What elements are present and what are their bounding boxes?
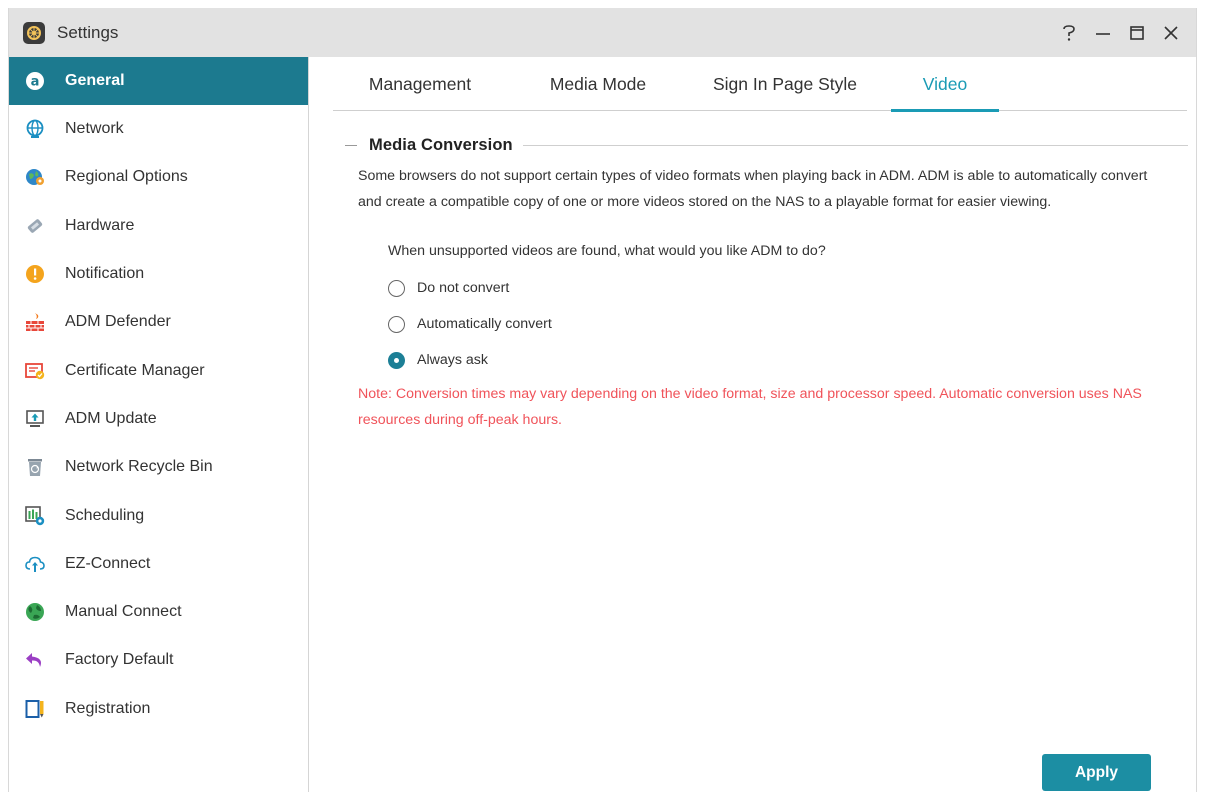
section-description: Some browsers do not support certain typ… (358, 168, 1148, 210)
sidebar-item-label: Network (65, 120, 124, 138)
sidebar-item-label: ADM Defender (65, 313, 171, 331)
globe-icon (25, 119, 45, 139)
apply-button[interactable]: Apply (1042, 754, 1151, 791)
sidebar: a General Network Regional Options Hardw… (9, 57, 309, 792)
sidebar-item-scheduling[interactable]: Scheduling (9, 491, 308, 539)
sidebar-item-label: Registration (65, 699, 151, 717)
general-icon: a (25, 71, 45, 91)
sidebar-item-factory-default[interactable]: Factory Default (9, 636, 308, 684)
window-controls (1052, 8, 1188, 57)
minimize-button[interactable] (1086, 16, 1120, 50)
sidebar-item-network-recycle-bin[interactable]: Network Recycle Bin (9, 443, 308, 491)
radio-automatically-convert[interactable] (388, 315, 405, 333)
undo-icon (25, 650, 45, 670)
svg-text:a: a (31, 75, 40, 90)
option-automatically-convert[interactable]: Automatically convert (388, 313, 552, 335)
maximize-icon (1130, 25, 1144, 40)
regional-icon (25, 167, 45, 187)
registration-icon (25, 699, 45, 719)
scheduling-icon (25, 505, 45, 526)
cloud-upload-icon (25, 554, 45, 574)
minimize-icon (1096, 32, 1110, 35)
sidebar-item-adm-update[interactable]: ADM Update (9, 395, 308, 443)
sidebar-item-label: Scheduling (65, 506, 145, 524)
close-button[interactable] (1154, 16, 1188, 50)
notification-icon (25, 264, 45, 284)
sidebar-item-label: General (65, 72, 125, 89)
sidebar-item-label: Manual Connect (65, 603, 182, 621)
recycle-bin-icon (25, 457, 45, 477)
sidebar-item-label: Notification (65, 265, 145, 283)
manual-connect-icon (25, 602, 45, 622)
update-icon (25, 409, 45, 429)
sidebar-item-certificate-manager[interactable]: Certificate Manager (9, 346, 308, 394)
section-divider-left (345, 144, 357, 146)
settings-window: Settings a General Network Regional Opti… (8, 8, 1197, 792)
conversion-note: Note: Conversion times may vary dependin… (358, 386, 1142, 428)
hardware-icon (25, 216, 45, 236)
tab-media-mode[interactable]: Media Mode (523, 57, 673, 111)
window-title: Settings (57, 22, 119, 42)
firewall-icon (25, 312, 45, 332)
option-label: Always ask (417, 352, 488, 368)
option-label: Automatically convert (417, 316, 552, 332)
sidebar-item-label: Hardware (65, 216, 135, 234)
sidebar-item-adm-defender[interactable]: ADM Defender (9, 298, 308, 346)
sidebar-item-regional-options[interactable]: Regional Options (9, 153, 308, 201)
radio-always-ask[interactable] (388, 351, 405, 369)
option-label: Do not convert (417, 280, 510, 296)
sidebar-item-general[interactable]: a General (9, 57, 308, 105)
section-title: Media Conversion (369, 135, 513, 154)
sidebar-item-label: Certificate Manager (65, 361, 205, 379)
settings-app-icon (23, 21, 45, 44)
certificate-icon (25, 361, 45, 381)
option-always-ask[interactable]: Always ask (388, 349, 488, 371)
sidebar-item-ez-connect[interactable]: EZ-Connect (9, 540, 308, 588)
sidebar-item-label: Network Recycle Bin (65, 458, 213, 476)
sidebar-item-label: Factory Default (65, 651, 174, 669)
help-button[interactable] (1052, 16, 1086, 50)
sidebar-item-notification[interactable]: Notification (9, 250, 308, 298)
sidebar-item-label: EZ-Connect (65, 554, 151, 572)
main-content: Management Media Mode Sign In Page Style… (310, 57, 1197, 792)
title-bar: Settings (9, 8, 1196, 57)
sidebar-item-label: ADM Update (65, 409, 157, 427)
tab-management[interactable]: Management (343, 57, 497, 111)
sidebar-item-manual-connect[interactable]: Manual Connect (9, 588, 308, 636)
help-icon (1063, 24, 1075, 41)
sidebar-item-registration[interactable]: Registration (9, 685, 308, 733)
conversion-question: When unsupported videos are found, what … (388, 243, 826, 259)
maximize-button[interactable] (1120, 16, 1154, 50)
sidebar-item-label: Regional Options (65, 168, 188, 186)
sidebar-item-hardware[interactable]: Hardware (9, 202, 308, 250)
section-header: Media Conversion (345, 135, 1188, 155)
section-divider-right (522, 144, 1188, 146)
close-icon (1164, 25, 1178, 40)
tab-sign-in-page-style[interactable]: Sign In Page Style (696, 57, 874, 111)
tab-video[interactable]: Video (891, 57, 999, 112)
tab-bar: Management Media Mode Sign In Page Style… (333, 57, 1187, 112)
sidebar-item-network[interactable]: Network (9, 105, 308, 153)
radio-do-not-convert[interactable] (388, 279, 405, 297)
option-do-not-convert[interactable]: Do not convert (388, 277, 509, 299)
